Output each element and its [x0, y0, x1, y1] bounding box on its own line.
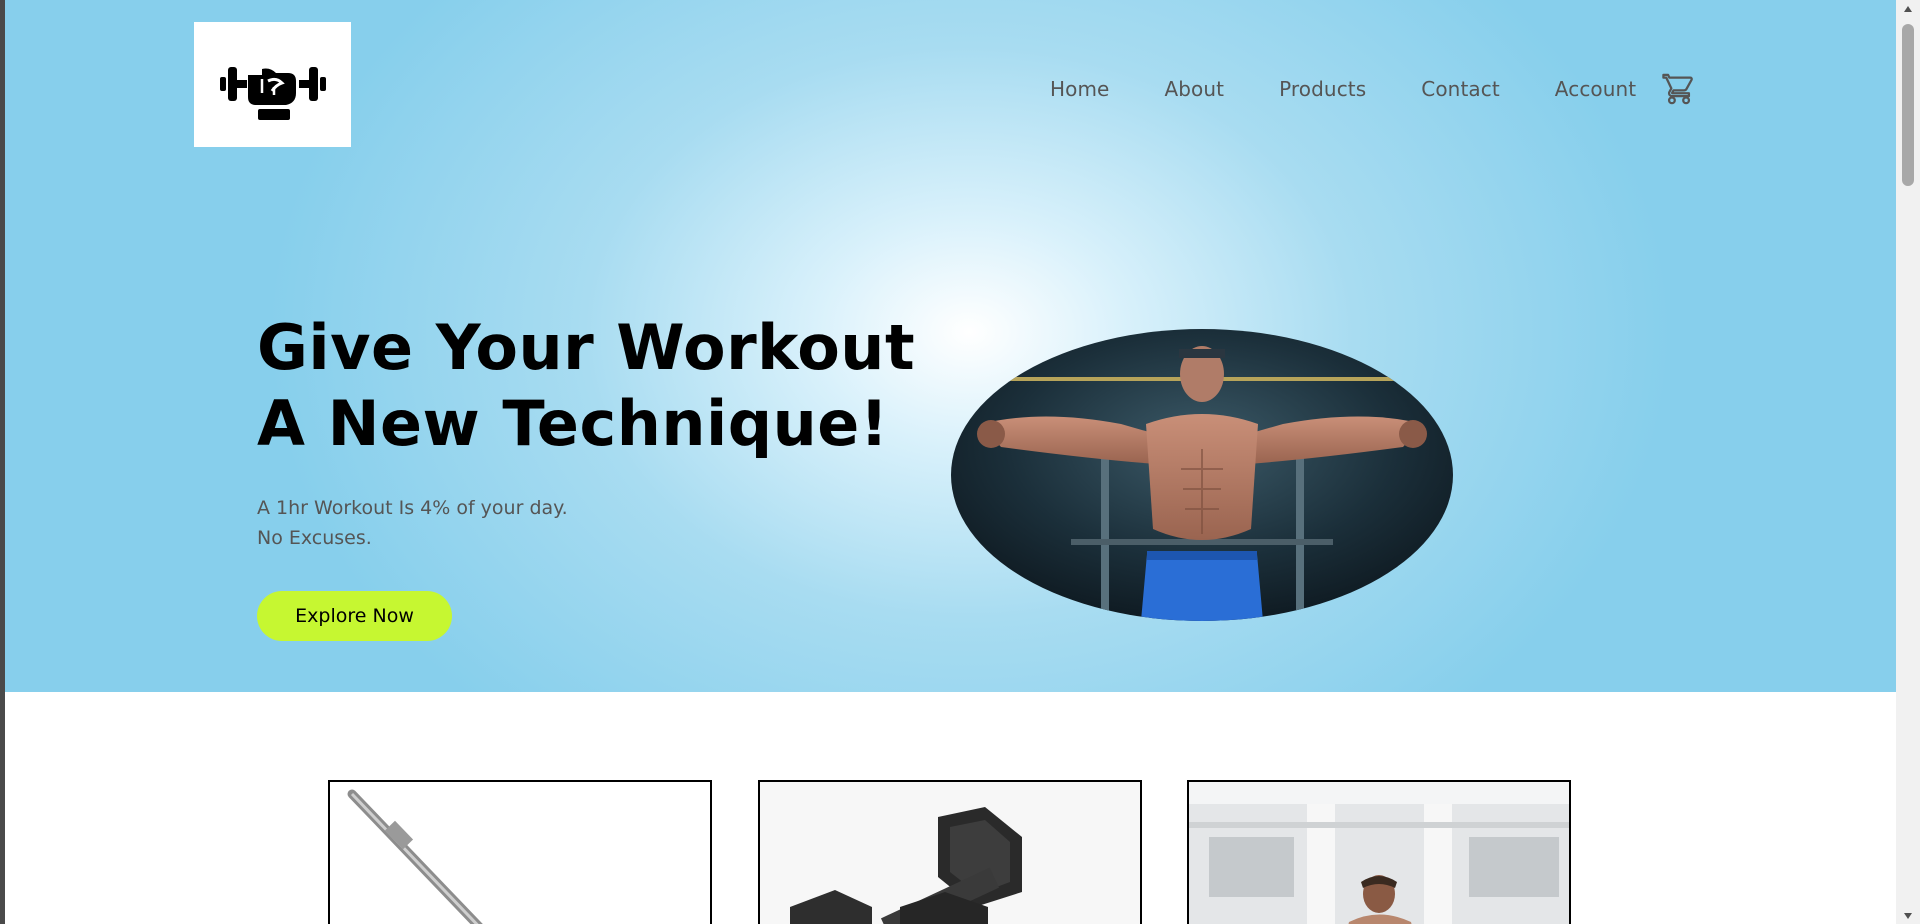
nav-products[interactable]: Products [1279, 77, 1366, 101]
arrow-down-icon [1904, 912, 1912, 919]
shopping-cart-icon [1662, 73, 1694, 105]
scrollbar-thumb[interactable] [1902, 24, 1914, 186]
hero-headline: Give Your Workout A New Technique! [257, 310, 915, 462]
product-card-dumbbells[interactable] [758, 780, 1142, 924]
vertical-scrollbar[interactable] [1896, 0, 1920, 924]
nav-contact[interactable]: Contact [1421, 77, 1500, 101]
dumbbells-photo [790, 807, 1022, 924]
nav-account[interactable]: Account [1555, 77, 1636, 101]
products-section [5, 692, 1896, 924]
logo[interactable] [194, 22, 351, 147]
dumbbell-fist-icon [219, 66, 326, 120]
page-viewport: Home About Products Contact Account Give… [5, 0, 1896, 924]
hero-section: Home About Products Contact Account Give… [5, 0, 1896, 692]
arrow-up-icon [1904, 5, 1912, 12]
main-nav: Home About Products Contact Account [1050, 72, 1696, 106]
nav-home[interactable]: Home [1050, 77, 1109, 101]
product-card-gym-man[interactable] [1187, 780, 1571, 924]
hero-subtext: A 1hr Workout Is 4% of your day. No Excu… [257, 493, 568, 553]
product-card-barbell[interactable] [328, 780, 712, 924]
gym-man-photo [1189, 782, 1569, 924]
hero-headline-line1: Give Your Workout [257, 311, 916, 384]
scroll-down-button[interactable] [1896, 907, 1920, 924]
bodybuilder-cable-photo [951, 329, 1453, 621]
barbell-photo [347, 789, 483, 924]
scroll-up-button[interactable] [1896, 0, 1920, 17]
cart-button[interactable] [1662, 72, 1696, 106]
hero-subtext-line1: A 1hr Workout Is 4% of your day. [257, 497, 568, 519]
explore-now-button[interactable]: Explore Now [257, 591, 452, 641]
nav-about[interactable]: About [1164, 77, 1224, 101]
hero-subtext-line2: No Excuses. [257, 527, 372, 549]
hero-headline-line2: A New Technique! [257, 387, 889, 460]
